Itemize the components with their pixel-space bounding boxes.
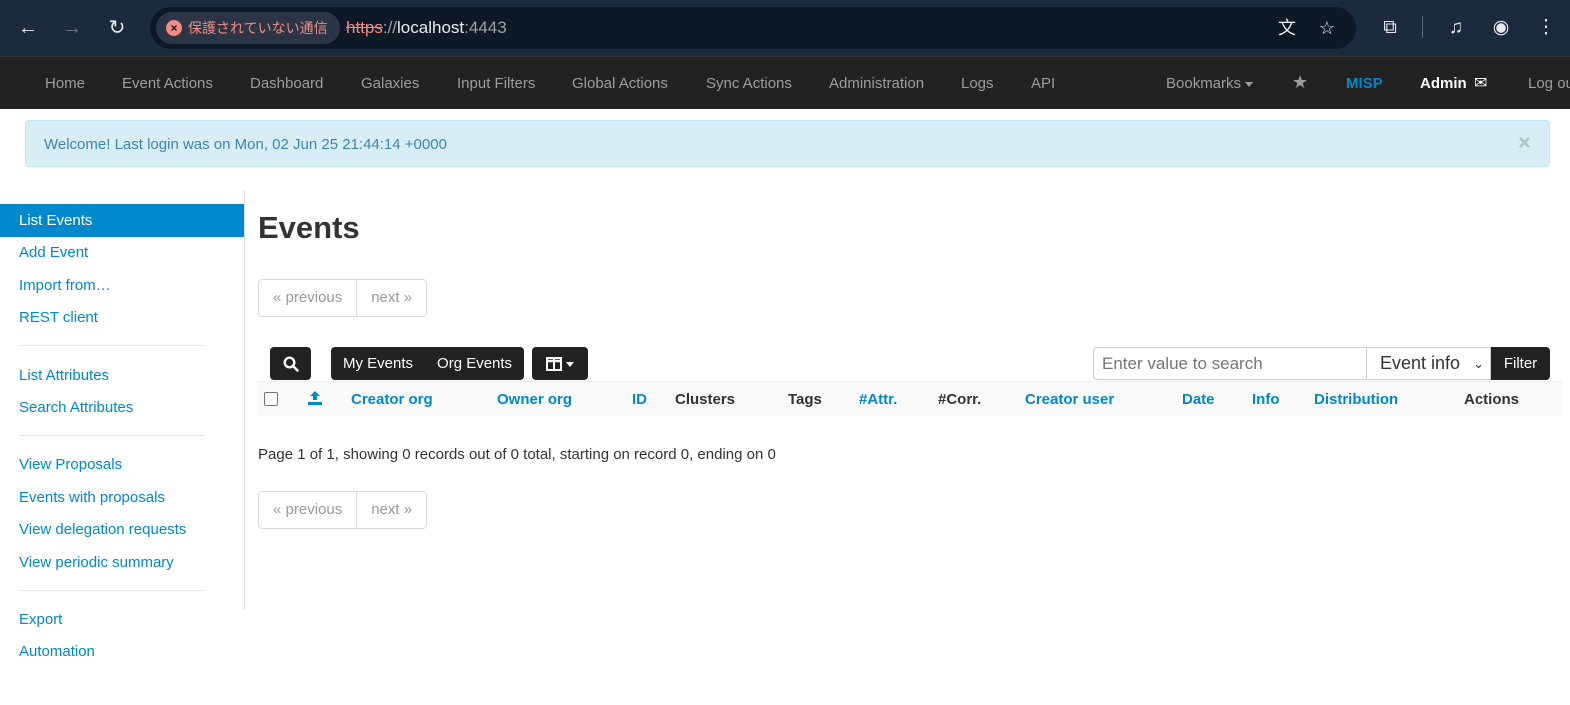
toolbar-divider <box>1422 16 1423 38</box>
column-creator-org[interactable]: Creator org <box>351 391 433 408</box>
sidebar-divider <box>19 435 205 436</box>
columns-icon <box>546 357 562 372</box>
nav-logout[interactable]: Log out <box>1528 75 1570 92</box>
nav-sync-actions[interactable]: Sync Actions <box>706 75 792 92</box>
sidebar-item-add-event[interactable]: Add Event <box>0 236 244 269</box>
pagination-summary: Page 1 of 1, showing 0 records out of 0 … <box>258 446 776 463</box>
nav-admin[interactable]: Admin <box>1420 75 1467 92</box>
reload-icon[interactable]: ↻ <box>101 12 133 44</box>
sidebar-item-search-attributes[interactable]: Search Attributes <box>0 391 244 424</box>
filter-button[interactable]: Filter <box>1491 347 1550 380</box>
url-separator: :// <box>382 18 398 37</box>
address-bar[interactable]: × 保護されていない通信 https://localhost:4443 文 ☆ <box>150 7 1356 49</box>
sidebar-item-list-attributes[interactable]: List Attributes <box>0 359 244 392</box>
sidebar-item-view-delegation-requests[interactable]: View delegation requests <box>0 513 244 546</box>
sidebar: List Events Add Event Import from… REST … <box>0 190 245 610</box>
nav-logs[interactable]: Logs <box>961 75 994 92</box>
forward-icon[interactable]: → <box>56 12 88 44</box>
nav-input-filters[interactable]: Input Filters <box>457 75 535 92</box>
my-events-button[interactable]: My Events <box>331 347 425 380</box>
nav-home[interactable]: Home <box>45 75 85 92</box>
next-page-link[interactable]: next » <box>356 280 426 316</box>
search-field-value: Event info <box>1380 353 1461 373</box>
select-all-checkbox[interactable] <box>264 392 278 406</box>
sidebar-item-import-from[interactable]: Import from… <box>0 269 244 302</box>
url-host: localhost <box>397 18 465 37</box>
sidebar-item-view-periodic-summary[interactable]: View periodic summary <box>0 546 244 579</box>
favourite-star-icon[interactable]: ★ <box>1292 72 1308 93</box>
column-picker-button[interactable] <box>532 347 588 380</box>
caret-down-icon <box>566 361 574 367</box>
bookmark-star-icon[interactable]: ☆ <box>1315 16 1339 40</box>
column-actions: Actions <box>1464 391 1520 408</box>
translate-icon[interactable]: 文 <box>1275 16 1299 40</box>
media-icon[interactable]: ♫ <box>1440 12 1472 44</box>
security-label: 保護されていない通信 <box>188 20 328 36</box>
nav-administration[interactable]: Administration <box>829 75 924 92</box>
column-date[interactable]: Date <box>1182 391 1215 408</box>
page-title: Events <box>258 210 360 245</box>
envelope-icon[interactable]: ✉ <box>1474 73 1487 93</box>
nav-event-actions[interactable]: Event Actions <box>122 75 213 92</box>
sidebar-item-automation[interactable]: Automation <box>0 635 244 668</box>
sidebar-divider <box>19 345 205 346</box>
column-owner-org[interactable]: Owner org <box>497 391 572 408</box>
nav-galaxies[interactable]: Galaxies <box>361 75 419 92</box>
sidebar-item-list-events[interactable]: List Events <box>0 204 244 237</box>
chevron-down-icon: ⌄ <box>1473 356 1484 371</box>
column-creator-user[interactable]: Creator user <box>1025 391 1114 408</box>
nav-api[interactable]: API <box>1031 75 1055 92</box>
close-icon[interactable]: × <box>1518 130 1531 156</box>
next-page-link[interactable]: next » <box>356 492 426 528</box>
extensions-icon[interactable]: ⧉ <box>1374 12 1406 44</box>
bookmarks-label: Bookmarks <box>1166 75 1242 92</box>
column-corr-count: #Corr. <box>938 391 982 408</box>
sidebar-divider <box>19 590 205 591</box>
pagination-bottom: « previous next » <box>258 491 428 529</box>
top-navbar: Home Event Actions Dashboard Galaxies In… <box>0 56 1570 109</box>
column-tags: Tags <box>788 391 822 408</box>
url-protocol: https <box>346 18 383 37</box>
sidebar-item-export[interactable]: Export <box>0 603 244 636</box>
previous-page-link[interactable]: « previous <box>259 492 356 528</box>
warning-icon: × <box>166 20 182 36</box>
welcome-alert: Welcome! Last login was on Mon, 02 Jun 2… <box>25 120 1550 167</box>
nav-misp[interactable]: MISP <box>1346 75 1383 92</box>
sidebar-item-view-proposals[interactable]: View Proposals <box>0 448 244 481</box>
url-text[interactable]: https://localhost:4443 <box>346 18 507 38</box>
column-id[interactable]: ID <box>632 391 647 408</box>
column-attr-count[interactable]: #Attr. <box>859 391 897 408</box>
sidebar-item-events-with-proposals[interactable]: Events with proposals <box>0 481 244 514</box>
search-toggle-button[interactable] <box>270 347 311 380</box>
nav-bookmarks[interactable]: Bookmarks <box>1166 75 1254 92</box>
url-port: :4443 <box>464 18 507 37</box>
browser-toolbar: ← → ↻ × 保護されていない通信 https://localhost:444… <box>0 0 1570 56</box>
sidebar-item-rest-client[interactable]: REST client <box>0 301 244 334</box>
column-distribution[interactable]: Distribution <box>1314 391 1398 408</box>
menu-icon[interactable]: ⋮ <box>1530 12 1562 44</box>
events-table-header: Creator org Owner org ID Clusters Tags #… <box>258 381 1562 416</box>
back-icon[interactable]: ← <box>12 12 44 44</box>
event-scope-filter: My Events Org Events <box>331 347 525 380</box>
pagination-top: « previous next » <box>258 279 428 317</box>
org-events-button[interactable]: Org Events <box>425 347 524 380</box>
column-clusters: Clusters <box>675 391 736 408</box>
column-info[interactable]: Info <box>1252 391 1280 408</box>
nav-global-actions[interactable]: Global Actions <box>572 75 668 92</box>
alert-message: Welcome! Last login was on Mon, 02 Jun 2… <box>44 136 447 153</box>
search-field-select[interactable]: Event info ⌄ <box>1366 347 1491 380</box>
security-chip[interactable]: × 保護されていない通信 <box>156 12 340 44</box>
previous-page-link[interactable]: « previous <box>259 280 356 316</box>
nav-dashboard[interactable]: Dashboard <box>250 75 323 92</box>
profile-icon[interactable]: ◉ <box>1485 12 1517 44</box>
caret-down-icon <box>1245 81 1254 87</box>
publish-icon[interactable] <box>307 390 323 410</box>
search-input[interactable] <box>1093 347 1367 380</box>
search-icon <box>282 356 299 372</box>
